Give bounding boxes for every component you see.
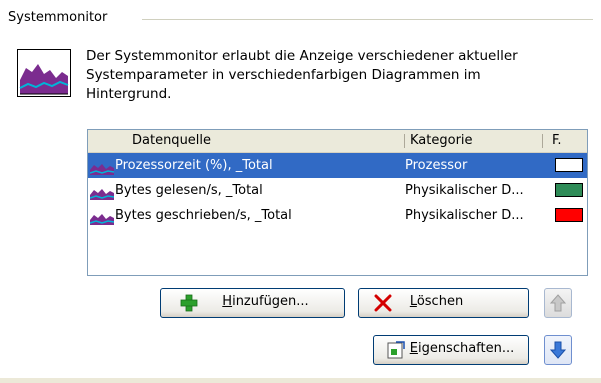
description-line: Hintergrund. [86, 86, 172, 102]
group-divider [142, 19, 593, 20]
move-up-button[interactable] [544, 288, 572, 318]
delete-button-text: öschen [416, 294, 464, 309]
category-cell: Physikalischer D... [405, 208, 524, 223]
properties-button-text: genschaften... [421, 341, 515, 356]
properties-icon [386, 340, 406, 360]
arrow-down-icon [549, 340, 567, 364]
mnemonic: H [222, 294, 233, 309]
counter-icon [89, 209, 115, 225]
source-cell: Prozessorzeit (%), _Total [115, 158, 273, 173]
list-item[interactable]: Prozessorzeit (%), _Total Prozessor [88, 153, 587, 178]
delete-button-label: Löschen [404, 289, 463, 315]
source-cell: Bytes geschrieben/s, _Total [115, 208, 292, 223]
system-monitor-icon [17, 49, 71, 97]
column-header-source[interactable]: Datenquelle [88, 130, 404, 152]
delete-button[interactable]: Löschen [358, 288, 529, 318]
description-line: Der Systemmonitor erlaubt die Anzeige ve… [86, 48, 518, 64]
mnemonic: L [409, 294, 417, 309]
add-button-label: Hinzufügen... [196, 289, 308, 315]
source-cell: Bytes gelesen/s, _Total [115, 183, 263, 198]
list-item[interactable]: Bytes gelesen/s, _Total Physikalischer D… [88, 178, 587, 203]
mnemonic: E [409, 341, 418, 356]
color-swatch [555, 183, 583, 197]
move-down-button[interactable] [544, 335, 572, 365]
column-header-category[interactable]: Kategorie [404, 130, 542, 152]
color-swatch [555, 158, 583, 172]
category-cell: Prozessor [405, 158, 468, 173]
list-item[interactable]: Bytes geschrieben/s, _Total Physikalisch… [88, 203, 587, 228]
arrow-up-icon [549, 293, 567, 317]
green-plus-icon [179, 293, 199, 313]
red-x-icon [373, 293, 393, 313]
description: Der Systemmonitor erlaubt die Anzeige ve… [86, 47, 586, 104]
add-button[interactable]: Hinzufügen... [160, 288, 345, 318]
category-cell: Physikalischer D... [405, 183, 524, 198]
list-header: Datenquelle Kategorie F. [88, 130, 587, 153]
bottom-edge [0, 378, 601, 383]
properties-button-label: Eigenschaften... [388, 336, 515, 362]
data-source-list[interactable]: Datenquelle Kategorie F. Prozessorzeit (… [87, 129, 588, 276]
color-swatch [555, 208, 583, 222]
properties-button[interactable]: Eigenschaften... [373, 335, 529, 365]
counter-icon [89, 184, 115, 200]
column-header-color[interactable]: F. [542, 130, 587, 152]
counter-icon [89, 159, 115, 175]
systemmonitor-group: Systemmonitor Der Systemmonitor erlaubt … [0, 0, 601, 383]
group-title: Systemmonitor [8, 10, 116, 25]
description-line: Systemparameter in verschiedenfarbigen D… [86, 67, 481, 83]
add-button-text: inzufügen... [232, 294, 309, 309]
